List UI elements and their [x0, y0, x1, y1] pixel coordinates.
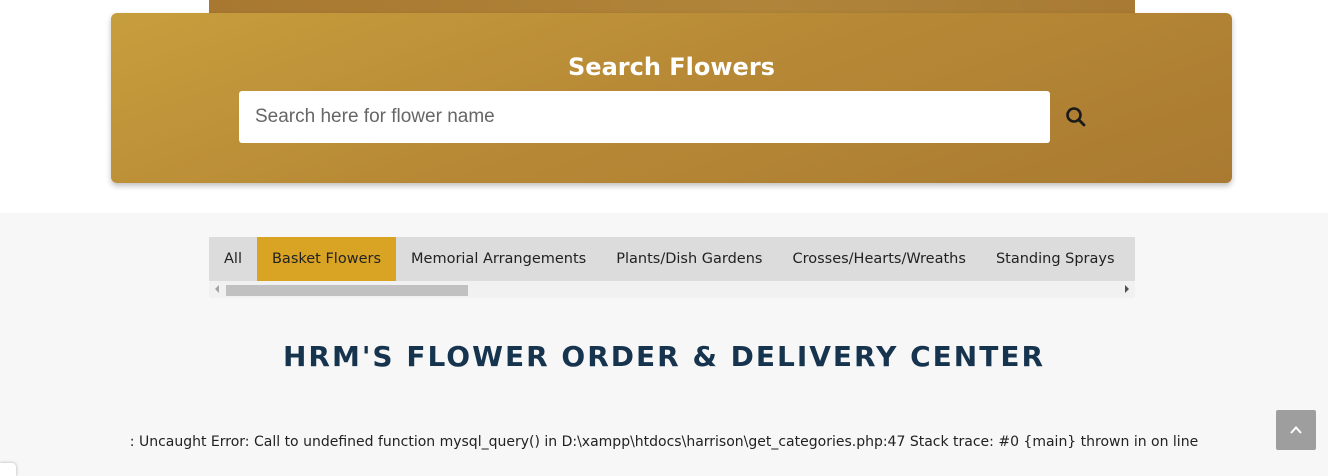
- search-icon: [1066, 107, 1086, 127]
- tabs-scrollbar[interactable]: [209, 281, 1135, 298]
- tab-plants-dish-gardens[interactable]: Plants/Dish Gardens: [601, 237, 777, 281]
- category-tabs-container: All Basket Flowers Memorial Arrangements…: [209, 237, 1135, 298]
- back-to-top-button[interactable]: [1276, 410, 1316, 450]
- scroll-left-arrow-icon[interactable]: [215, 285, 219, 293]
- chevron-up-icon: [1290, 426, 1302, 434]
- corner-widget[interactable]: [0, 463, 16, 476]
- tab-basket-flowers[interactable]: Basket Flowers: [256, 237, 397, 281]
- search-panel: Search Flowers: [111, 13, 1232, 183]
- search-title: Search Flowers: [568, 53, 775, 81]
- page-title: HRM'S FLOWER ORDER & DELIVERY CENTER: [282, 340, 1046, 373]
- top-banner: [209, 0, 1135, 13]
- content-area: All Basket Flowers Memorial Arrangements…: [0, 213, 1328, 476]
- tab-memorial-arrangements[interactable]: Memorial Arrangements: [396, 237, 601, 281]
- scroll-right-arrow-icon[interactable]: [1125, 285, 1129, 293]
- tab-standing-sprays[interactable]: Standing Sprays: [981, 237, 1130, 281]
- tab-crosses-hearts-wreaths[interactable]: Crosses/Hearts/Wreaths: [777, 237, 980, 281]
- scrollbar-thumb[interactable]: [226, 285, 468, 296]
- search-input[interactable]: [239, 91, 1050, 143]
- search-button[interactable]: [1064, 105, 1088, 129]
- tab-all[interactable]: All: [209, 237, 257, 281]
- category-tabs: All Basket Flowers Memorial Arrangements…: [209, 237, 1135, 281]
- error-message: : Uncaught Error: Call to undefined func…: [129, 434, 1199, 450]
